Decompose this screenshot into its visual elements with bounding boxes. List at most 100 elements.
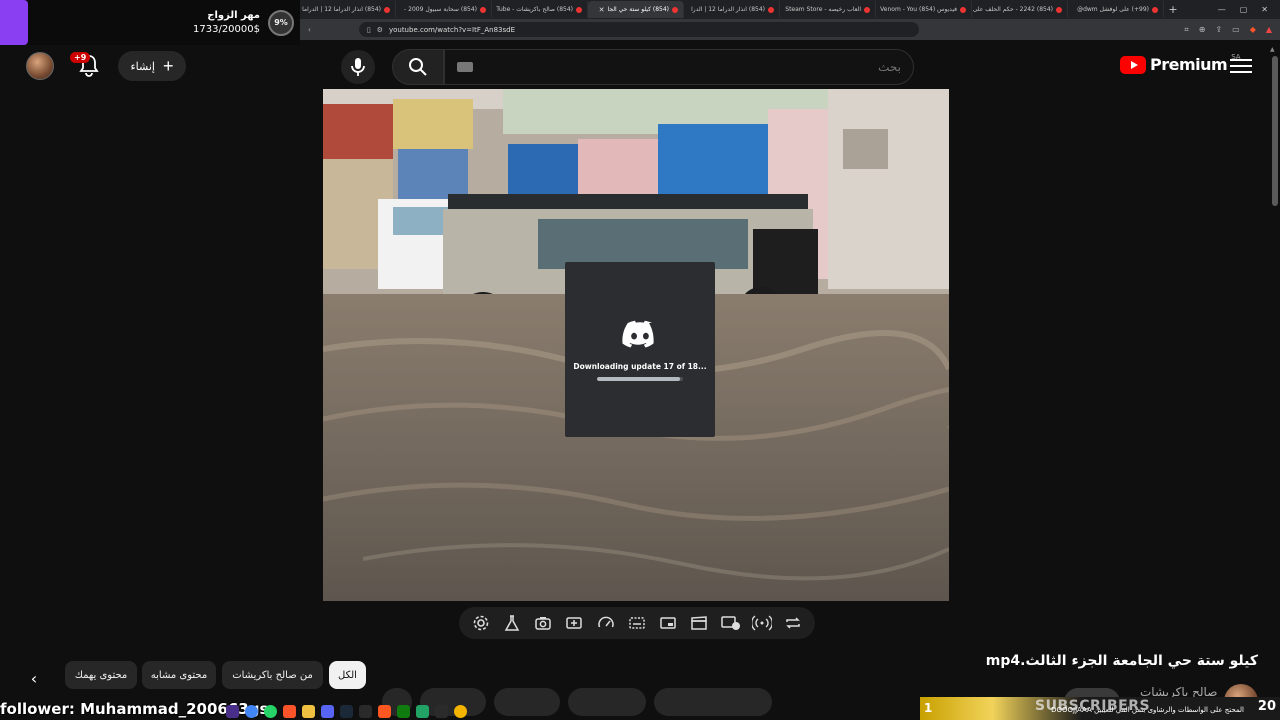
- toolbar-icons: ⌗ ⊕ ⇪ ▭ ◆ ▲: [1184, 25, 1272, 35]
- stream-goal-overlay: مهر الزواج 1733/20000$ 9%: [0, 0, 300, 45]
- page-scrollbar[interactable]: [1272, 56, 1278, 206]
- translate-icon[interactable]: ⌗: [1184, 25, 1189, 35]
- share-icon[interactable]: ⇪: [1215, 25, 1222, 35]
- plus-icon: +: [162, 56, 174, 76]
- omnibox[interactable]: ▯ ⚙ youtube.com/watch?v=ItF_An83sdE: [358, 22, 919, 37]
- bookmark-icon[interactable]: ▯: [367, 26, 371, 34]
- browser-tab[interactable]: العاب رخيصه - Steam Store: [780, 1, 876, 18]
- address-bar: ‹ ▯ ⚙ youtube.com/watch?v=ItF_An83sdE ⌗ …: [300, 19, 1280, 40]
- tab-favicon-icon: [864, 6, 870, 13]
- browser-tab[interactable]: (854) كيلو ستة حي الجا ✕: [588, 1, 684, 18]
- discord-logo-icon: [622, 320, 654, 348]
- chips-scroll-left-icon[interactable]: ‹: [24, 668, 44, 688]
- chip-recommended[interactable]: محتوى يهمك: [65, 661, 137, 689]
- menu-hamburger-icon[interactable]: [1230, 55, 1252, 77]
- maximize-icon[interactable]: ▢: [1240, 5, 1248, 14]
- tab-label: (854) انذار الدراما 12 | الدراما: [302, 6, 381, 13]
- voice-search-button[interactable]: [341, 50, 375, 84]
- cast-icon[interactable]: ▭: [1232, 25, 1240, 35]
- rewards-icon[interactable]: ▲: [1266, 25, 1272, 35]
- tab-close-icon[interactable]: ✕: [599, 6, 605, 14]
- xbox-icon[interactable]: [397, 704, 410, 718]
- search-button[interactable]: [392, 49, 444, 85]
- brave-icon[interactable]: [283, 704, 296, 718]
- browser-tab[interactable]: (854) انذار الدراما 12 | الدرا: [684, 1, 780, 18]
- discord-updater-window: Downloading update 17 of 18...: [565, 262, 715, 437]
- chrome-icon[interactable]: [245, 704, 258, 718]
- whatsapp-icon[interactable]: [264, 704, 277, 718]
- youtube-header: +9 إنشاء + Premium SA: [0, 45, 1280, 89]
- flask-icon[interactable]: [501, 612, 523, 634]
- tab-favicon-icon: [1056, 6, 1062, 13]
- ticker-number: 20: [1257, 699, 1276, 714]
- tab-favicon-icon: [576, 6, 582, 13]
- tab-label: العاب رخيصه - Steam Store: [785, 6, 861, 13]
- create-label: إنشاء: [130, 60, 155, 73]
- search-input[interactable]: [481, 60, 901, 74]
- account-avatar[interactable]: [26, 52, 54, 80]
- cast-settings-icon[interactable]: [720, 612, 742, 634]
- browser-tab[interactable]: (854) 2242 - حكم الحلف على: [972, 1, 1068, 18]
- camera-screenshot-icon[interactable]: [532, 612, 554, 634]
- speedometer-icon[interactable]: [595, 612, 617, 634]
- youtube-premium-logo[interactable]: Premium SA: [1120, 53, 1241, 74]
- broadcast-icon[interactable]: [751, 612, 773, 634]
- excel-icon[interactable]: [416, 704, 429, 718]
- goal-value: 1733/20000$: [193, 24, 260, 35]
- microphone-icon: [351, 58, 365, 76]
- keyboard-icon[interactable]: [457, 62, 473, 72]
- browser-tab[interactable]: (99+) على لوفشل dwm@: [1068, 1, 1164, 18]
- goal-percent: 9%: [268, 9, 294, 36]
- tab-list: (854) انذار الدراما 12 | الدراما (854) سح…: [300, 1, 1164, 18]
- goal-texts: مهر الزواج 1733/20000$: [28, 10, 268, 35]
- window-controls: — ▢ ✕: [1218, 5, 1280, 14]
- browser-tab[interactable]: (854) سحابة سبيول 2009 -: [396, 1, 492, 18]
- tab-favicon-icon: [480, 6, 486, 13]
- loop-icon[interactable]: [782, 612, 804, 634]
- url-text: youtube.com/watch?v=ItF_An83sdE: [388, 25, 516, 34]
- close-window-icon[interactable]: ✕: [1261, 5, 1268, 14]
- tab-favicon-icon: [768, 6, 774, 13]
- notifications-badge: +9: [70, 52, 91, 63]
- browser-tab[interactable]: (854) صالح باكريشات - Tube: [492, 1, 588, 18]
- obs-icon[interactable]: [435, 704, 448, 718]
- tab-favicon-icon: [960, 6, 966, 13]
- back-icon[interactable]: ‹: [308, 26, 311, 34]
- tab-label: (854) انذار الدراما 12 | الدرا: [691, 6, 765, 13]
- picture-in-picture-icon[interactable]: [657, 612, 679, 634]
- chip-related[interactable]: محتوى مشابه: [142, 661, 216, 689]
- browser-tabstrip: (854) انذار الدراما 12 | الدراما (854) سح…: [300, 0, 1280, 19]
- subtitles-icon[interactable]: [626, 612, 648, 634]
- goal-accent-bar: [0, 0, 28, 45]
- tab-label: (99+) على لوفشل dwm@: [1077, 6, 1149, 13]
- browser-tab[interactable]: (854) انذار الدراما 12 | الدراما: [300, 1, 396, 18]
- chip-from-channel[interactable]: من صالح باكريشات: [222, 661, 323, 689]
- steam-icon[interactable]: [340, 704, 353, 718]
- site-info-icon[interactable]: ⚙: [377, 26, 383, 34]
- browser-tab[interactable]: فيديوس (854) Venom - You: [876, 1, 972, 18]
- minimize-icon[interactable]: —: [1218, 5, 1226, 14]
- brave-shield-icon[interactable]: ◆: [1250, 25, 1256, 35]
- youtube-play-icon: [1120, 55, 1146, 74]
- app3-icon[interactable]: [454, 704, 467, 718]
- clip-button[interactable]: [494, 688, 560, 716]
- subscriber-ticker: 1 SUBSCRIBERS المحتج على الواسطات والرشا…: [920, 697, 1280, 720]
- settings-gear-icon[interactable]: [470, 612, 492, 634]
- discord-icon[interactable]: [321, 704, 334, 718]
- logo-word: Premium: [1150, 55, 1228, 74]
- app-icon[interactable]: [359, 704, 372, 718]
- chip-all[interactable]: الكل: [329, 661, 366, 689]
- add-to-queue-icon[interactable]: [563, 612, 585, 634]
- new-tab-icon[interactable]: +: [1164, 3, 1182, 16]
- clapperboard-icon[interactable]: [688, 612, 710, 634]
- share-button[interactable]: [568, 688, 646, 716]
- app2-icon[interactable]: [378, 704, 391, 718]
- video-extension-toolbar: [459, 607, 815, 639]
- premiere-icon[interactable]: [226, 704, 239, 718]
- tab-label: (854) سحابة سبيول 2009 -: [404, 6, 477, 13]
- folder-icon[interactable]: [302, 704, 315, 718]
- like-dislike-button[interactable]: [654, 688, 772, 716]
- create-button[interactable]: إنشاء +: [118, 51, 186, 81]
- scroll-up-icon[interactable]: ▲: [1270, 46, 1278, 54]
- zoom-icon[interactable]: ⊕: [1199, 25, 1206, 35]
